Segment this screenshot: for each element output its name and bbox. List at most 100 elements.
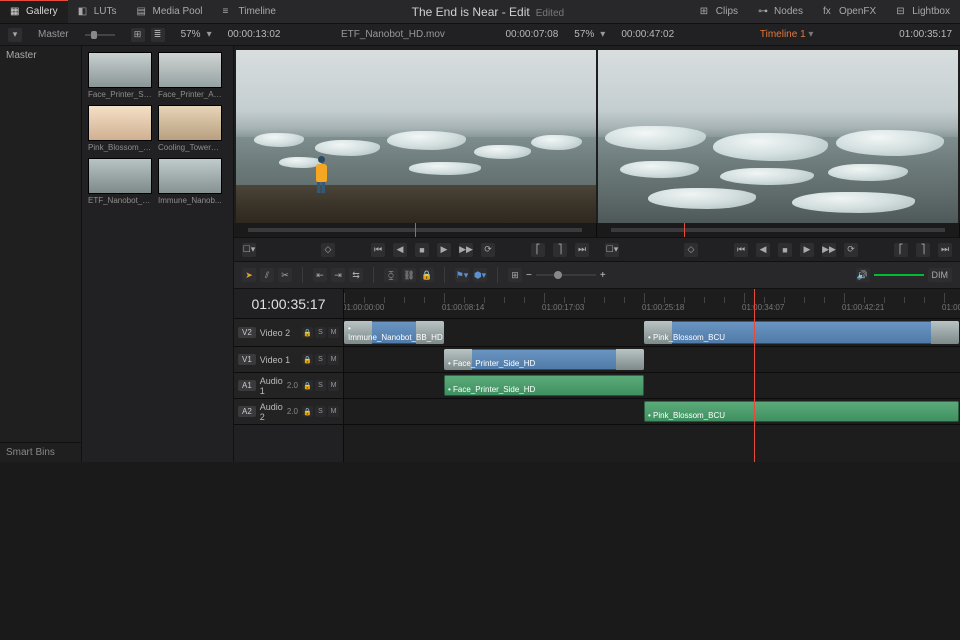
src-mark-out-button[interactable]: ⎤ <box>553 243 567 257</box>
marker-button[interactable]: ⬢▾ <box>473 268 487 282</box>
prg-match-frame-button[interactable]: ◇ <box>684 243 698 257</box>
view-options-button[interactable]: ⊞ <box>508 268 522 282</box>
arrow-tool-button[interactable]: ➤ <box>242 268 256 282</box>
src-mode-button[interactable]: ☐▾ <box>242 243 256 257</box>
tab-luts[interactable]: ◧LUTs <box>68 0 127 23</box>
prg-loop-button[interactable]: ⟳ <box>844 243 858 257</box>
tab-clips[interactable]: ⊞Clips <box>690 0 748 23</box>
src-fwd-button[interactable]: ▶▶ <box>459 243 473 257</box>
prg-fwd-button[interactable]: ▶▶ <box>822 243 836 257</box>
replace-button[interactable]: ⇆ <box>349 268 363 282</box>
mute-toggle[interactable]: M <box>328 406 339 417</box>
track-lane[interactable]: • Pink_Blossom_BCU <box>344 399 960 425</box>
solo-toggle[interactable]: S <box>315 406 326 417</box>
prg-mark-out-button[interactable]: ⎤ <box>916 243 930 257</box>
timeline-clip[interactable]: • Face_Printer_Side_HD <box>444 375 644 396</box>
src-mark-in-button[interactable]: ⎡ <box>531 243 545 257</box>
src-last-button[interactable]: ⏭ <box>575 243 589 257</box>
track-header[interactable]: A2Audio 22.0🔒SM <box>234 399 343 425</box>
tab-lightbox[interactable]: ⊟Lightbox <box>886 0 960 23</box>
media-thumb[interactable]: Face_Printer_Sid... <box>88 52 152 99</box>
timeline-clip[interactable]: • Pink_Blossom_BCU <box>644 401 959 422</box>
track-header[interactable]: V1Video 1🔒SM <box>234 347 343 373</box>
lock-toggle[interactable]: 🔒 <box>302 380 313 391</box>
flag-button[interactable]: ⚑▾ <box>455 268 469 282</box>
grid-view-button[interactable]: ⊞ <box>131 28 145 42</box>
src-first-button[interactable]: ⏮ <box>371 243 385 257</box>
solo-toggle[interactable]: S <box>315 327 326 338</box>
smart-bins[interactable]: Smart Bins <box>0 442 81 462</box>
media-thumb[interactable]: Cooling_Tower_1... <box>158 105 222 152</box>
prg-last-button[interactable]: ⏭ <box>938 243 952 257</box>
zoom-slider[interactable] <box>536 274 596 276</box>
prg-play-button[interactable]: ▶ <box>800 243 814 257</box>
lock-button[interactable]: 🔒 <box>420 268 434 282</box>
timeline-clip[interactable]: • Immune_Nanobot_BB_HD <box>344 321 444 344</box>
prg-first-button[interactable]: ⏮ <box>734 243 748 257</box>
list-view-button[interactable]: ≣ <box>151 28 165 42</box>
program-viewer[interactable] <box>598 50 958 223</box>
src-play-button[interactable]: ▶ <box>437 243 451 257</box>
track-lane[interactable]: • Face_Printer_Side_HD <box>344 347 960 373</box>
current-timecode[interactable]: 01:00:35:17 <box>234 289 343 319</box>
track-lane[interactable]: • Face_Printer_Side_HD <box>344 373 960 399</box>
source-zoom[interactable]: 57% <box>181 29 201 40</box>
src-loop-button[interactable]: ⟳ <box>481 243 495 257</box>
volume-slider[interactable] <box>874 274 924 276</box>
track-badge[interactable]: V1 <box>238 354 256 365</box>
dim-button[interactable]: DIM <box>928 268 953 282</box>
zoom-in-button[interactable]: + <box>600 270 606 281</box>
timeline-name[interactable]: Timeline 1 <box>760 29 806 40</box>
tab-gallery[interactable]: ▦Gallery <box>0 0 68 23</box>
source-viewer[interactable] <box>236 50 596 223</box>
tab-nodes[interactable]: ⊶Nodes <box>748 0 813 23</box>
playhead[interactable] <box>754 289 755 462</box>
media-thumb[interactable]: Pink_Blossom_B... <box>88 105 152 152</box>
mute-toggle[interactable]: M <box>328 354 339 365</box>
link-button[interactable]: ⛓ <box>402 268 416 282</box>
overwrite-button[interactable]: ⇥ <box>331 268 345 282</box>
prg-stop-button[interactable]: ■ <box>778 243 792 257</box>
prg-mark-in-button[interactable]: ⎡ <box>894 243 908 257</box>
time-ruler[interactable]: 01:00:00:0001:00:08:1401:00:17:0301:00:2… <box>344 289 960 319</box>
program-scrub[interactable] <box>597 223 960 237</box>
mute-toggle[interactable]: M <box>328 327 339 338</box>
mute-toggle[interactable]: M <box>328 380 339 391</box>
thumbnail-size-slider[interactable] <box>85 34 115 36</box>
panel-toggle-button[interactable]: ▾ <box>8 28 22 42</box>
prg-mode-button[interactable]: ☐▾ <box>605 243 619 257</box>
tab-openfx[interactable]: fxOpenFX <box>813 0 886 23</box>
tab-media-pool[interactable]: ▤Media Pool <box>126 0 212 23</box>
track-header[interactable]: V2Video 2🔒SM <box>234 319 343 347</box>
timeline-clip[interactable]: • Pink_Blossom_BCU <box>644 321 959 344</box>
master-bin[interactable]: Master <box>0 46 81 65</box>
media-thumb[interactable]: Immune_Nanob... <box>158 158 222 205</box>
snap-button[interactable]: ⧲ <box>384 268 398 282</box>
prg-back-button[interactable]: ◀ <box>756 243 770 257</box>
insert-button[interactable]: ⇤ <box>313 268 327 282</box>
mute-button[interactable]: 🔊 <box>856 268 870 282</box>
blade-tool-button[interactable]: ✂ <box>278 268 292 282</box>
media-thumb[interactable]: Face_Printer_Ab... <box>158 52 222 99</box>
track-badge[interactable]: V2 <box>238 327 256 338</box>
trim-tool-button[interactable]: ⫽ <box>260 268 274 282</box>
solo-toggle[interactable]: S <box>315 354 326 365</box>
src-back-button[interactable]: ◀ <box>393 243 407 257</box>
lock-toggle[interactable]: 🔒 <box>302 354 313 365</box>
source-scrub[interactable] <box>234 223 597 237</box>
program-zoom[interactable]: 57% <box>574 29 594 40</box>
track-lane[interactable]: • Immune_Nanobot_BB_HD • Pink_Blossom_BCU <box>344 319 960 347</box>
src-match-frame-button[interactable]: ◇ <box>321 243 335 257</box>
tab-timeline[interactable]: ≡Timeline <box>213 0 286 23</box>
track-badge[interactable]: A1 <box>238 380 256 391</box>
lock-toggle[interactable]: 🔒 <box>302 327 313 338</box>
track-header[interactable]: A1Audio 12.0🔒SM <box>234 373 343 399</box>
lock-toggle[interactable]: 🔒 <box>302 406 313 417</box>
zoom-out-button[interactable]: − <box>526 270 532 281</box>
src-stop-button[interactable]: ■ <box>415 243 429 257</box>
timeline-body[interactable]: 01:00:00:0001:00:08:1401:00:17:0301:00:2… <box>344 289 960 462</box>
track-badge[interactable]: A2 <box>238 406 256 417</box>
media-thumb[interactable]: ETF_Nanobot_HD <box>88 158 152 205</box>
timeline-clip[interactable]: • Face_Printer_Side_HD <box>444 349 644 370</box>
solo-toggle[interactable]: S <box>315 380 326 391</box>
